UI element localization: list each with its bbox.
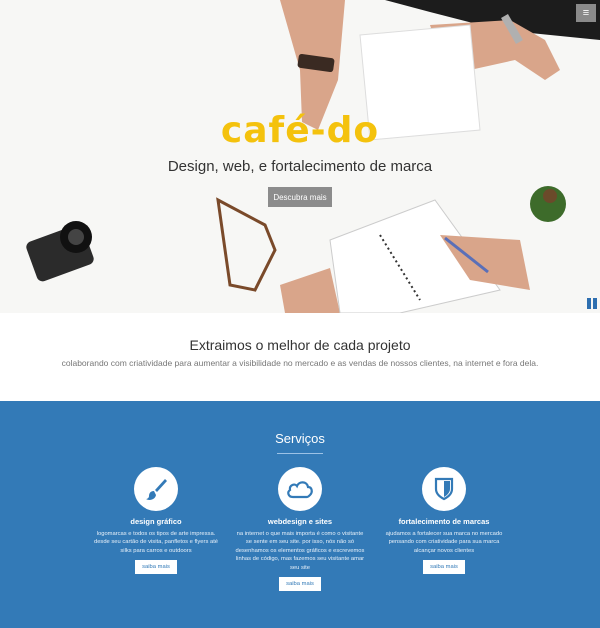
glasses [216, 197, 277, 292]
intro-subtitle: colaborando com criatividade para aument… [61, 358, 539, 368]
services-divider [277, 453, 323, 454]
menu-button[interactable]: ≡ [576, 4, 596, 22]
service-title: webdesign e sites [267, 517, 333, 526]
brand-logo[interactable]: café-do [0, 110, 600, 151]
hero-photo [26, 0, 600, 313]
service-design: design gráfico logomarcas e todos os tip… [81, 467, 231, 575]
service-description: logomarcas e todos os tipos de arte impr… [93, 531, 219, 554]
hand-bottom [280, 268, 340, 313]
learn-more-web-button[interactable]: saiba mais [279, 576, 321, 591]
pause-icon[interactable] [587, 298, 597, 309]
services-section: Serviços design gráfico logomarcas e tod… [0, 401, 600, 628]
service-webdesign: webdesign e sites na internet o que mais… [225, 467, 375, 591]
learn-more-design-button[interactable]: saiba mais [135, 560, 177, 575]
discover-more-button[interactable]: Descubra mais [268, 187, 332, 207]
service-description: ajudamos a fortalecer sua marca no merca… [385, 531, 503, 554]
hamburger-icon: ≡ [582, 7, 590, 19]
service-title: design gráfico [130, 517, 182, 526]
services-title: Serviços [275, 431, 325, 446]
paintbrush-icon [134, 467, 178, 511]
service-title: fortalecimento de marcas [398, 517, 490, 526]
hero-section: ≡ café-do Design, web, e fortalecimento … [0, 0, 600, 313]
service-branding: fortalecimento de marcas ajudamos a fort… [369, 467, 519, 575]
cloud-icon [278, 467, 322, 511]
hero-tagline: Design, web, e fortalecimento de marca [167, 158, 433, 175]
service-description: na internet o que mais importa é como o … [235, 531, 365, 571]
learn-more-branding-button[interactable]: saiba mais [423, 560, 465, 575]
intro-section: Extraimos o melhor de cada projeto colab… [0, 313, 600, 401]
intro-title: Extraimos o melhor de cada projeto [189, 337, 411, 353]
shield-icon [422, 467, 466, 511]
